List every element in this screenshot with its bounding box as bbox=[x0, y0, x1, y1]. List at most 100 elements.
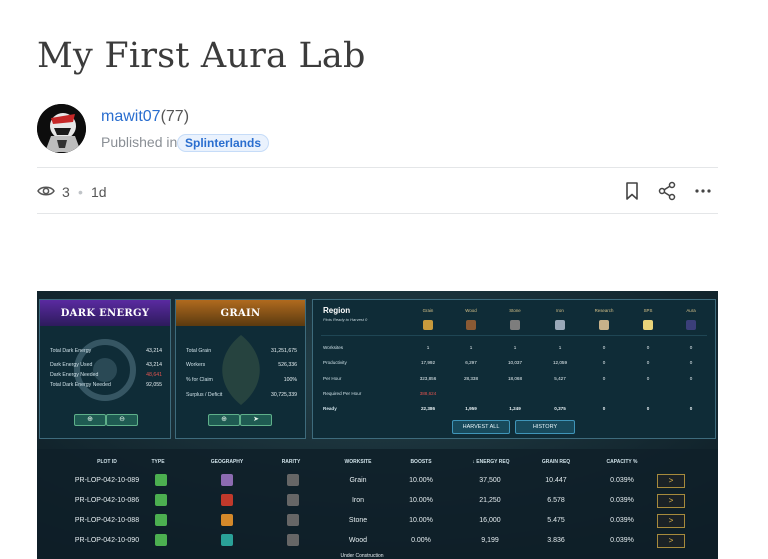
region-row-label: Required Per Hour bbox=[323, 391, 362, 396]
geography-icon bbox=[221, 514, 233, 526]
author-link[interactable]: mawit07(77) bbox=[101, 108, 189, 126]
row-open-button[interactable]: > bbox=[657, 534, 685, 548]
avatar[interactable] bbox=[37, 104, 86, 153]
author-name[interactable]: mawit07 bbox=[101, 108, 161, 125]
dark-energy-row: Dark Energy Used 43,214 bbox=[50, 362, 162, 368]
region-cell: 1 bbox=[558, 345, 562, 350]
resource-header: Research bbox=[594, 308, 614, 313]
capacity: 0.039% bbox=[610, 517, 634, 524]
divider-bottom bbox=[37, 213, 718, 214]
row-open-button[interactable]: > bbox=[657, 494, 685, 508]
research-icon bbox=[599, 320, 609, 330]
grain-req: 6.578 bbox=[547, 497, 565, 504]
region-title: Region bbox=[323, 306, 351, 315]
row-open-button[interactable]: > bbox=[657, 474, 685, 488]
sps-icon bbox=[643, 320, 653, 330]
stone-icon bbox=[510, 320, 520, 330]
geography-icon bbox=[221, 534, 233, 546]
published-in-label: Published in bbox=[101, 134, 178, 150]
harvest-all-button[interactable]: HARVEST ALL bbox=[452, 420, 510, 434]
energy-req: 16,000 bbox=[479, 517, 501, 524]
region-row-label: Ready bbox=[323, 406, 337, 411]
col-header-grain-req[interactable]: GRAIN REQ bbox=[531, 459, 581, 465]
author-reputation: (77) bbox=[160, 108, 190, 125]
row-open-button[interactable]: > bbox=[657, 514, 685, 528]
col-header-geography[interactable]: GEOGRAPHY bbox=[197, 459, 257, 465]
table-row[interactable]: PR-LOP-042-10-090 Wood 0.00% 9,199 3.836… bbox=[37, 531, 718, 551]
grain-row: Surplus / Deficit 30,725,339 bbox=[186, 392, 297, 398]
col-header-type[interactable]: TYPE bbox=[143, 459, 173, 465]
region-cell: 0 bbox=[646, 406, 650, 411]
table-row[interactable]: PR-LOP-042-10-088 Stone 10.00% 16,000 5.… bbox=[37, 511, 718, 531]
worksite: Iron bbox=[351, 497, 365, 504]
region-cell: 1 bbox=[426, 345, 430, 350]
bookmark-icon[interactable] bbox=[622, 181, 642, 201]
aura-icon bbox=[686, 320, 696, 330]
region-cell: 1 bbox=[513, 345, 517, 350]
rarity-icon bbox=[287, 494, 299, 506]
community-badge[interactable]: Splinterlands bbox=[177, 134, 270, 152]
region-cell: 0 bbox=[689, 376, 693, 381]
plot-id: PR-LOP-042-10-086 bbox=[74, 497, 140, 504]
dark-energy-title-text: DARK ENERGY bbox=[60, 307, 150, 319]
history-button[interactable]: HISTORY bbox=[515, 420, 575, 434]
grain-row: Workers 526,336 bbox=[186, 362, 297, 368]
grain-row: Total Grain 31,251,675 bbox=[186, 348, 297, 354]
grain-req: 3.836 bbox=[547, 537, 565, 544]
add-energy-button[interactable]: ⊕ bbox=[74, 414, 106, 426]
table-row[interactable]: PR-LOP-042-10-089 Grain 10.00% 37,500 10… bbox=[37, 471, 718, 491]
col-header-worksite[interactable]: WORKSITE bbox=[333, 459, 383, 465]
region-row-label: Per Hour bbox=[323, 376, 342, 381]
region-row-label: Productivity bbox=[323, 360, 347, 365]
region-cell: 17,992 bbox=[420, 360, 436, 365]
add-grain-button[interactable]: ⊕ bbox=[208, 414, 240, 426]
type-icon bbox=[155, 534, 167, 546]
region-cell: 10,037 bbox=[507, 360, 523, 365]
region-cell: 0,375 bbox=[554, 406, 566, 411]
region-cell: 1 bbox=[469, 345, 473, 350]
capacity: 0.039% bbox=[610, 497, 634, 504]
region-cell: 0 bbox=[602, 376, 606, 381]
table-row-partial[interactable]: Under Construction bbox=[37, 551, 718, 559]
region-cell: 1,959 bbox=[465, 406, 477, 411]
rarity-icon bbox=[287, 514, 299, 526]
region-cell: 0 bbox=[602, 406, 606, 411]
author-row: mawit07(77) Published in Splinterlands bbox=[37, 104, 737, 154]
grain-req: 5.475 bbox=[547, 517, 565, 524]
boosts: 10.00% bbox=[409, 477, 433, 484]
region-cell: 0 bbox=[689, 406, 693, 411]
region-cell: 0 bbox=[602, 345, 606, 350]
region-cell: 0 bbox=[646, 376, 650, 381]
resource-header: Stone bbox=[509, 308, 521, 313]
rarity-icon bbox=[287, 474, 299, 486]
dark-energy-swirl-icon bbox=[74, 339, 136, 401]
col-header-energy-req[interactable]: ↓ ENERGY REQ bbox=[461, 459, 521, 465]
capacity: 0.039% bbox=[610, 537, 634, 544]
resource-header: Iron bbox=[556, 308, 564, 313]
send-grain-button[interactable]: ➤ bbox=[240, 414, 272, 426]
dark-energy-row: Dark Energy Needed 48,641 bbox=[50, 372, 162, 378]
dark-energy-title: DARK ENERGY bbox=[40, 300, 170, 326]
share-icon[interactable] bbox=[657, 181, 677, 201]
table-row[interactable]: PR-LOP-042-10-086 Iron 10.00% 21,250 6.5… bbox=[37, 491, 718, 511]
region-cell: 323,856 bbox=[419, 376, 437, 381]
meta-separator: • bbox=[78, 184, 83, 200]
region-subtitle: Plots Ready to Harvest 0 bbox=[323, 317, 368, 322]
more-icon[interactable] bbox=[693, 181, 713, 201]
type-icon bbox=[155, 494, 167, 506]
dark-energy-row: Total Dark Energy 43,214 bbox=[50, 348, 162, 354]
plot-id: PR-LOP-042-10-088 bbox=[74, 517, 140, 524]
resource-header: SPS bbox=[643, 308, 653, 313]
col-header-rarity[interactable]: RARITY bbox=[271, 459, 311, 465]
col-header-boosts[interactable]: BOOSTS bbox=[401, 459, 441, 465]
col-header-capacity[interactable]: CAPACITY % bbox=[597, 459, 647, 465]
region-cell-negative: 388,624 bbox=[419, 391, 437, 396]
worksite: Under Construction bbox=[340, 553, 384, 559]
col-header-plot-id[interactable]: PLOT ID bbox=[67, 459, 147, 465]
divider-top bbox=[37, 167, 718, 168]
remove-energy-button[interactable]: ⊖ bbox=[106, 414, 138, 426]
rarity-icon bbox=[287, 534, 299, 546]
worksite: Grain bbox=[349, 477, 367, 484]
post-image-land-dashboard: DARK ENERGY Total Dark Energy 43,214 Dark… bbox=[37, 291, 718, 559]
energy-req: 37,500 bbox=[479, 477, 501, 484]
